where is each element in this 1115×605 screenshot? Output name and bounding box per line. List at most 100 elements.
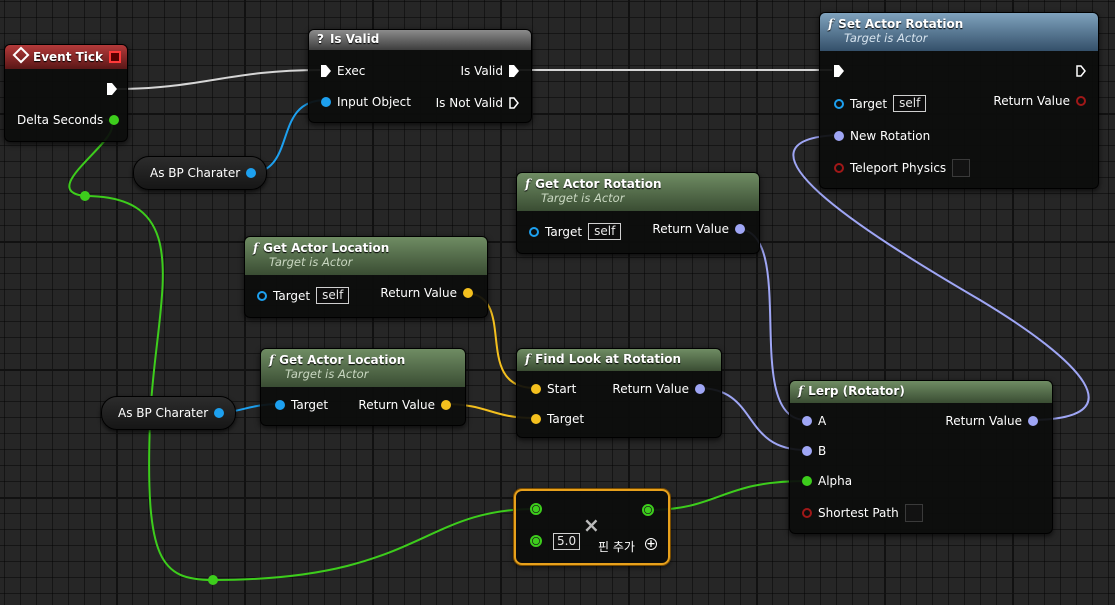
- target-label: Target: [291, 398, 329, 412]
- target-self-field[interactable]: self: [316, 287, 350, 304]
- reroute-knot[interactable]: [80, 191, 90, 201]
- return-value-label: Return Value: [612, 382, 689, 396]
- multiply-output-pin[interactable]: [642, 504, 654, 516]
- is-valid-exec-pin[interactable]: [509, 65, 519, 77]
- target-label: Target: [850, 96, 888, 111]
- multiply-input-a-pin[interactable]: [530, 503, 542, 515]
- set-actor-rotation-header: f Set Actor Rotation Target is Actor: [820, 13, 1098, 51]
- new-rotation-pin[interactable]: [834, 131, 844, 141]
- exec-out-pin[interactable]: [1076, 65, 1086, 77]
- return-value-pin[interactable]: [735, 224, 745, 234]
- exec-out-pin[interactable]: [107, 83, 117, 95]
- teleport-physics-checkbox[interactable]: [952, 159, 971, 177]
- function-icon: f: [525, 352, 531, 366]
- delta-seconds-row: Delta Seconds: [17, 113, 120, 127]
- exec-in-pin[interactable]: [834, 65, 844, 77]
- lerp-alpha-row: Alpha: [802, 474, 852, 488]
- set-actor-rotation-title-text: Set Actor Rotation: [838, 17, 964, 31]
- b-pin[interactable]: [802, 446, 812, 456]
- delta-seconds-pin[interactable]: [109, 115, 120, 125]
- event-diamond-icon: [12, 46, 30, 64]
- get-actor-location-title: f Get Actor Location: [269, 353, 457, 367]
- set-rot-return-row: Return Value: [993, 94, 1086, 108]
- teleport-row: Teleport Physics: [834, 159, 971, 177]
- input-object-pin[interactable]: [321, 97, 331, 107]
- as-bp-character-node[interactable]: As BP Charater: [133, 156, 267, 190]
- input-object-label: Input Object: [337, 95, 411, 109]
- as-bp-character-label: As BP Charater: [150, 166, 241, 180]
- delegate-pin-icon[interactable]: [109, 51, 121, 63]
- alpha-label: Alpha: [818, 474, 853, 488]
- lerp-rotator-node[interactable]: f Lerp (Rotator) A Return Value B Alpha S…: [789, 380, 1053, 534]
- get-actor-location-node[interactable]: f Get Actor Location Target is Actor Targ…: [244, 236, 488, 318]
- get-actor-rotation-header: f Get Actor Rotation Target is Actor: [517, 173, 759, 211]
- target-pin[interactable]: [529, 226, 539, 237]
- return-value-label: Return Value: [652, 222, 729, 236]
- return-value-pin[interactable]: [463, 288, 473, 298]
- lerp-b-row: B: [802, 444, 826, 458]
- is-valid-title: ? Is Valid: [317, 32, 523, 46]
- shortest-path-pin[interactable]: [802, 508, 812, 518]
- start-pin[interactable]: [531, 384, 541, 394]
- start-label: Start: [547, 382, 577, 396]
- is-not-valid-label: Is Not Valid: [435, 96, 503, 110]
- return-value-pin[interactable]: [441, 400, 451, 410]
- shortest-path-checkbox[interactable]: [904, 504, 923, 522]
- alpha-pin[interactable]: [802, 476, 812, 486]
- exec-in-pin[interactable]: [321, 65, 331, 77]
- target-pin[interactable]: [257, 290, 267, 301]
- target-pin[interactable]: [834, 98, 844, 109]
- set-actor-rotation-node[interactable]: f Set Actor Rotation Target is Actor Targ…: [819, 12, 1099, 189]
- get-actor-location-node[interactable]: f Get Actor Location Target is Actor Targ…: [260, 348, 466, 426]
- gal2-target-row: Target: [275, 398, 328, 412]
- float-wire-multiply-alpha: [647, 480, 807, 511]
- function-icon: f: [525, 177, 531, 191]
- return-value-pin[interactable]: [695, 384, 705, 394]
- a-pin[interactable]: [802, 416, 812, 426]
- as-bp-character-pin[interactable]: [246, 168, 257, 178]
- lerp-title-text: Lerp (Rotator): [808, 384, 905, 398]
- is-valid-title-text: Is Valid: [329, 32, 380, 46]
- as-bp-character-node[interactable]: As BP Charater: [101, 396, 236, 430]
- get-actor-rotation-title: f Get Actor Rotation: [525, 177, 751, 191]
- start-row: Start: [531, 382, 576, 396]
- a-label: A: [818, 414, 827, 428]
- target-label: Target: [545, 224, 583, 239]
- function-icon: f: [798, 384, 804, 398]
- b-label: B: [818, 444, 827, 458]
- as-bp-character-pin[interactable]: [214, 408, 225, 418]
- return-value-pin[interactable]: [1076, 96, 1086, 106]
- reroute-knot[interactable]: [208, 575, 218, 585]
- add-pin-label[interactable]: 핀 추가: [598, 538, 635, 555]
- return-value-label: Return Value: [993, 94, 1070, 108]
- float-wire-knot-down: [84, 195, 214, 581]
- multiply-node[interactable]: 5.0 × 핀 추가 +: [514, 489, 670, 565]
- is-valid-label: Is Valid: [460, 64, 503, 78]
- event-tick-node[interactable]: Event Tick Delta Seconds: [4, 44, 128, 142]
- target-self-field[interactable]: self: [893, 95, 927, 112]
- is-valid-node[interactable]: ? Is Valid Exec Is Valid Input Object Is …: [308, 29, 532, 123]
- find-look-at-rotation-node[interactable]: f Find Look at Rotation Start Return Valu…: [516, 348, 722, 438]
- new-rotation-label: New Rotation: [850, 129, 931, 143]
- teleport-physics-label: Teleport Physics: [850, 161, 947, 175]
- is-not-valid-row: Is Not Valid: [436, 96, 519, 110]
- get-actor-rotation-node[interactable]: f Get Actor Rotation Target is Actor Targ…: [516, 172, 760, 254]
- lerp-title: f Lerp (Rotator): [798, 384, 1044, 398]
- lerp-return-row: Return Value: [945, 414, 1038, 428]
- is-not-valid-exec-pin[interactable]: [509, 97, 519, 109]
- gar-target-row: Target self: [529, 223, 622, 240]
- return-value-pin[interactable]: [1028, 416, 1038, 426]
- return-value-label: Return Value: [358, 398, 435, 412]
- find-look-at-title-text: Find Look at Rotation: [535, 352, 682, 366]
- multiply-value-field[interactable]: 5.0: [553, 533, 581, 550]
- gal1-return-row: Return Value: [380, 286, 473, 300]
- multiply-input-b-pin[interactable]: [530, 535, 542, 547]
- set-rot-exec-in-row: [834, 65, 844, 77]
- teleport-physics-pin[interactable]: [834, 163, 844, 173]
- target-pin[interactable]: [275, 400, 285, 410]
- target-self-field[interactable]: self: [588, 223, 622, 240]
- get-actor-location-subtitle: Target is Actor: [285, 367, 369, 381]
- target-pin[interactable]: [531, 414, 541, 424]
- function-icon: f: [253, 241, 259, 255]
- add-pin-plus-icon[interactable]: +: [645, 538, 657, 550]
